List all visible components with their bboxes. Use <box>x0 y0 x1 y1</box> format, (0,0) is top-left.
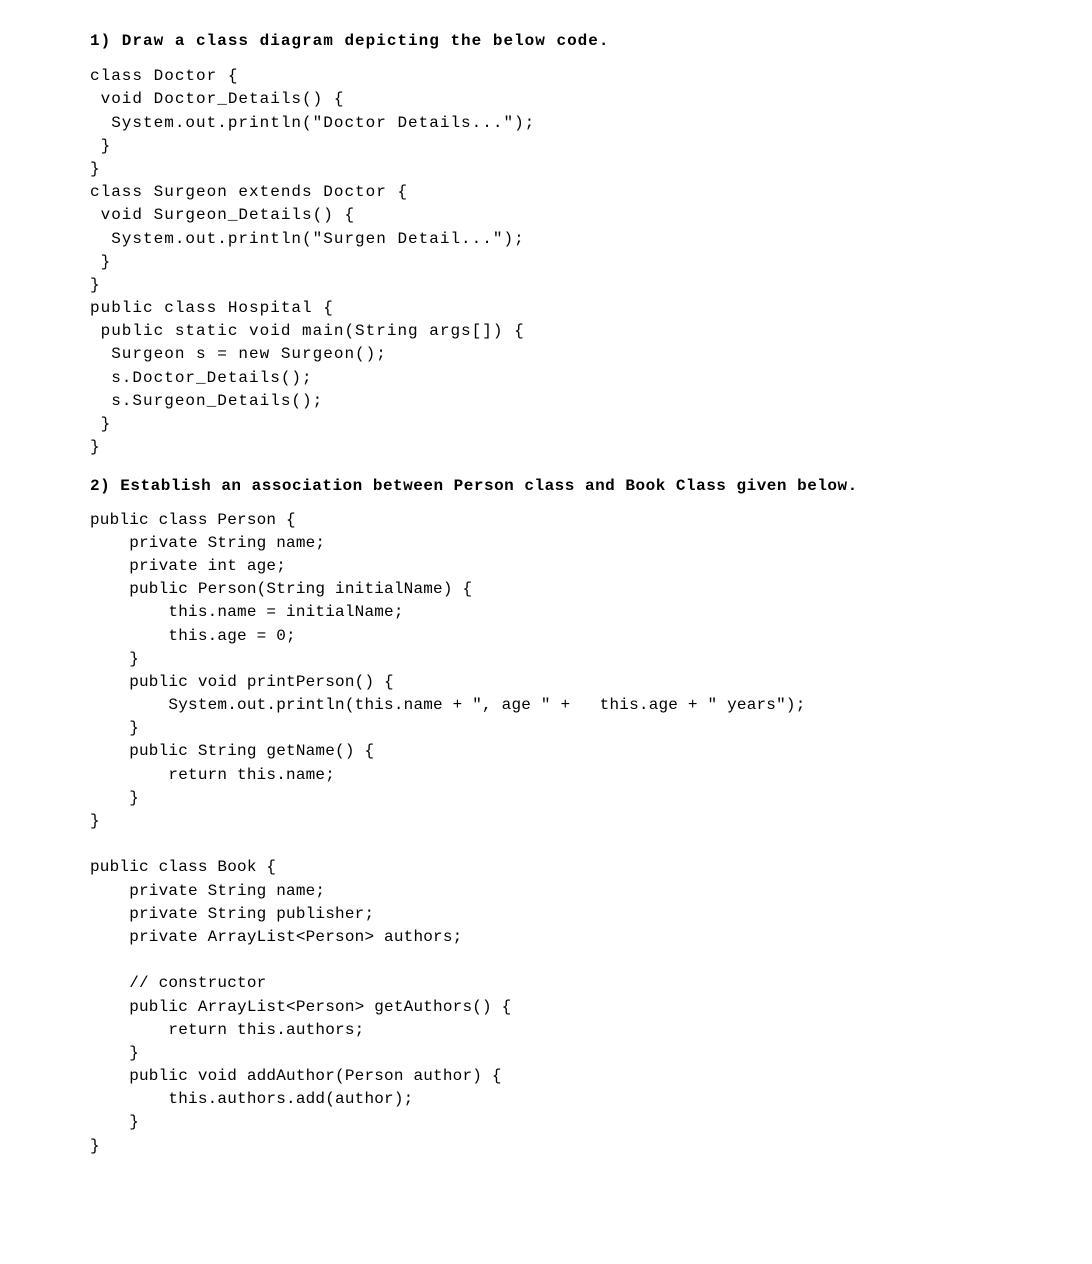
question-2-heading: 2) Establish an association between Pers… <box>90 475 1002 498</box>
code-block-1: class Doctor { void Doctor_Details() { S… <box>90 65 1002 459</box>
question-1-heading: 1) Draw a class diagram depicting the be… <box>90 30 1002 53</box>
code-block-2: public class Person { private String nam… <box>90 509 1002 1158</box>
